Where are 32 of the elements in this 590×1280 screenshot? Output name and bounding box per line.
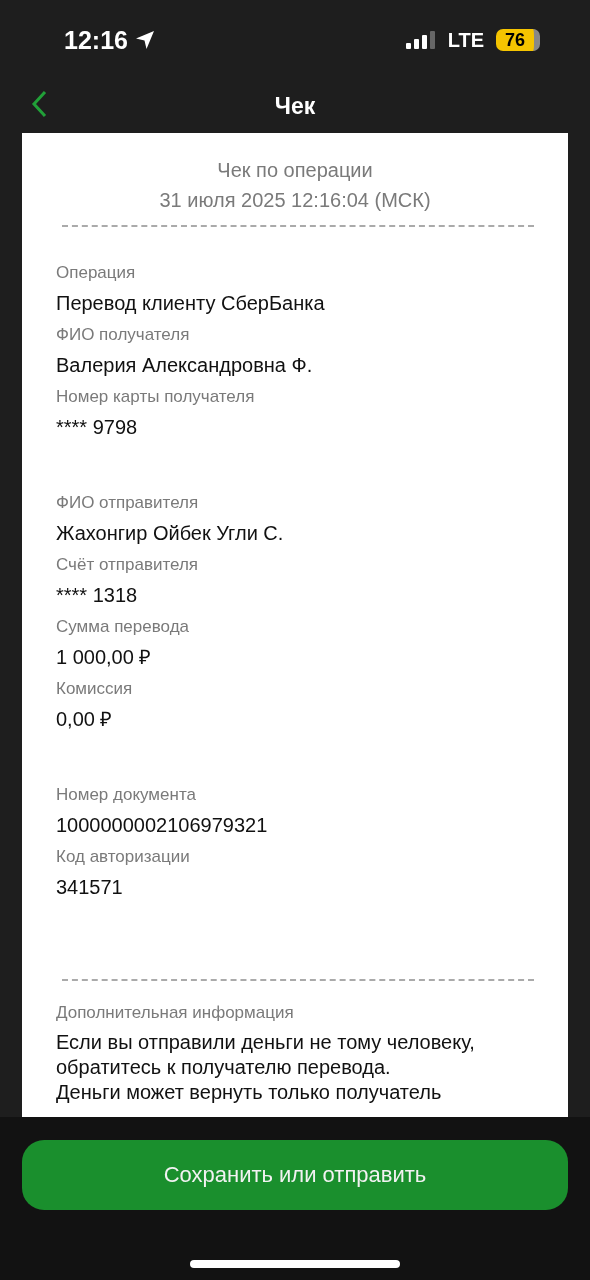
field-label: Дополнительная информация bbox=[56, 1002, 294, 1024]
field-value: Валерия Александровна Ф. bbox=[56, 353, 313, 378]
field-value: Жахонгир Ойбек Угли С. bbox=[56, 521, 284, 546]
field-value: Перевод клиенту СберБанка bbox=[56, 291, 325, 316]
field-value: 1 000,00 ₽ bbox=[56, 645, 152, 670]
field-value: 1000000002106979321 bbox=[56, 813, 268, 838]
info-text: Деньги может вернуть только получатель bbox=[56, 1080, 442, 1105]
field-label: Операция bbox=[56, 262, 136, 284]
receipt-date: 31 июля 2025 12:16:04 (МСК) bbox=[159, 188, 431, 213]
field-label: Сумма перевода bbox=[56, 616, 189, 638]
network-label: LTE bbox=[447, 28, 484, 52]
back-icon[interactable] bbox=[31, 90, 47, 118]
field-label: ФИО отправителя bbox=[56, 492, 199, 514]
field-label: ФИО получателя bbox=[56, 324, 190, 346]
field-label: Комиссия bbox=[56, 678, 133, 700]
save-or-send-button[interactable]: Сохранить или отправить bbox=[22, 1140, 568, 1210]
status-time: 12:16 bbox=[64, 25, 128, 55]
field-value: 0,00 ₽ bbox=[56, 707, 113, 732]
field-value: 341571 bbox=[56, 875, 123, 900]
field-value: **** 9798 bbox=[56, 415, 138, 440]
field-value: **** 1318 bbox=[56, 583, 138, 608]
battery-indicator: 76 bbox=[496, 29, 540, 51]
field-label: Номер карты получателя bbox=[56, 386, 255, 408]
field-label: Номер документа bbox=[56, 784, 196, 806]
location-arrow-icon bbox=[133, 29, 156, 51]
info-text: обратитесь к получателю перевода. bbox=[56, 1055, 391, 1080]
signal-icon bbox=[405, 30, 436, 50]
info-text: Если вы отправили деньги не тому человеку, bbox=[56, 1030, 475, 1055]
field-label: Код авторизации bbox=[56, 846, 190, 868]
field-label: Счёт отправителя bbox=[56, 554, 199, 576]
receipt-title: Чек по операции bbox=[217, 158, 373, 183]
screen-title: Чек bbox=[274, 93, 316, 120]
